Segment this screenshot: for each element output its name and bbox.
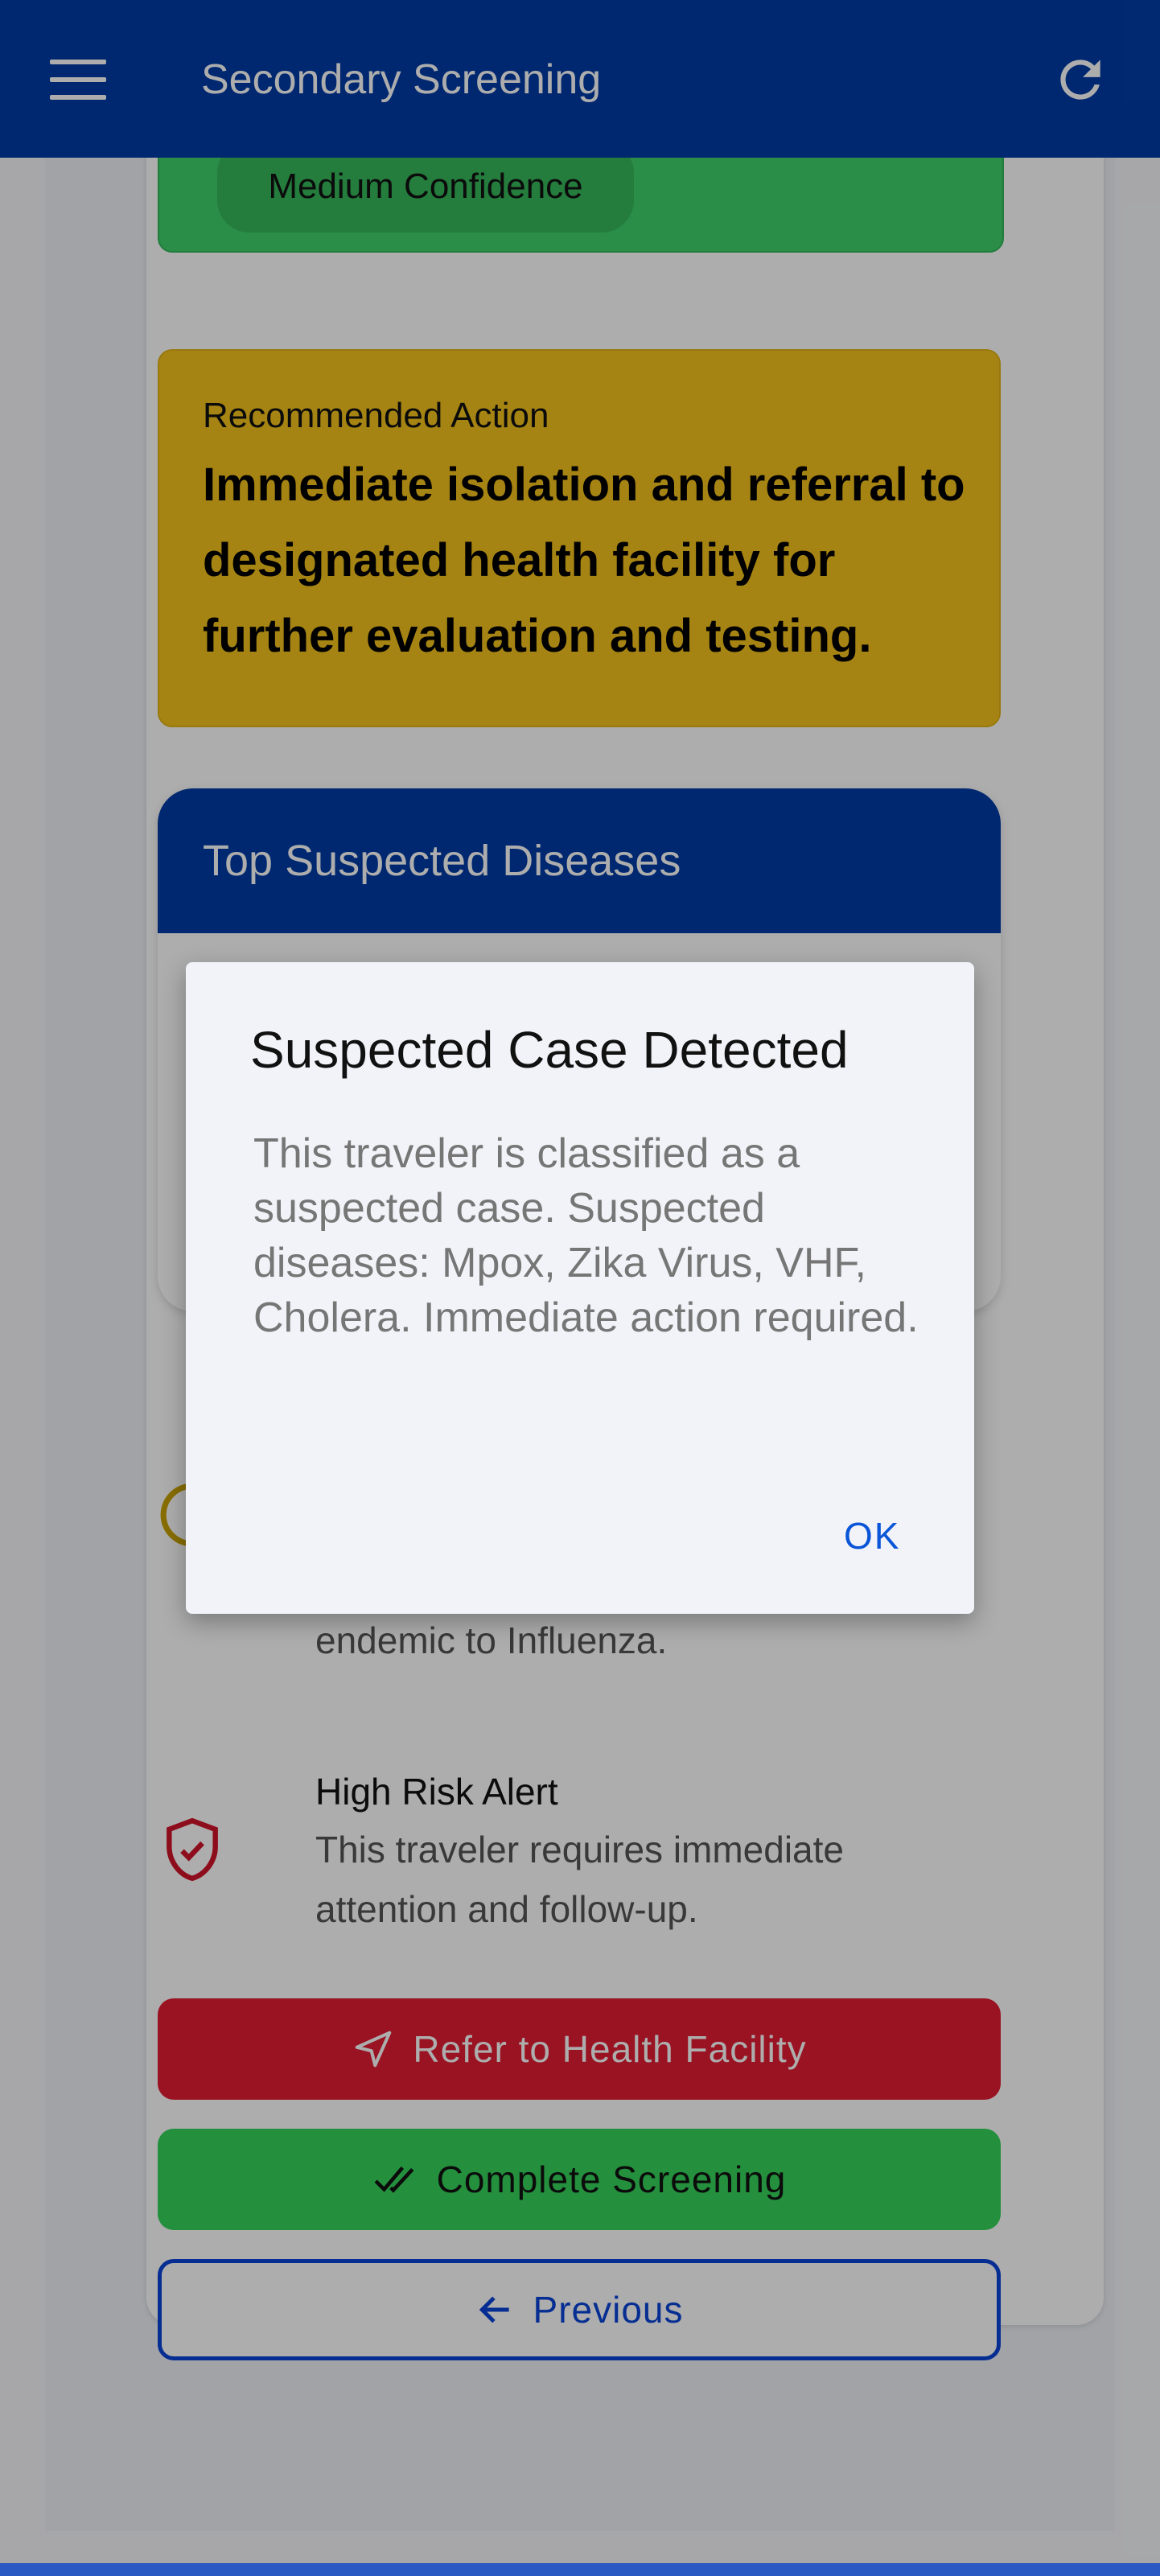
dialog-title: Suspected Case Detected <box>250 1021 849 1079</box>
suspected-case-dialog: Suspected Case Detected This traveler is… <box>186 962 974 1614</box>
dialog-ok-button[interactable]: OK <box>829 1509 915 1562</box>
dialog-message: This traveler is classified as a suspect… <box>253 1130 919 1341</box>
system-nav-bar <box>0 2563 1160 2576</box>
